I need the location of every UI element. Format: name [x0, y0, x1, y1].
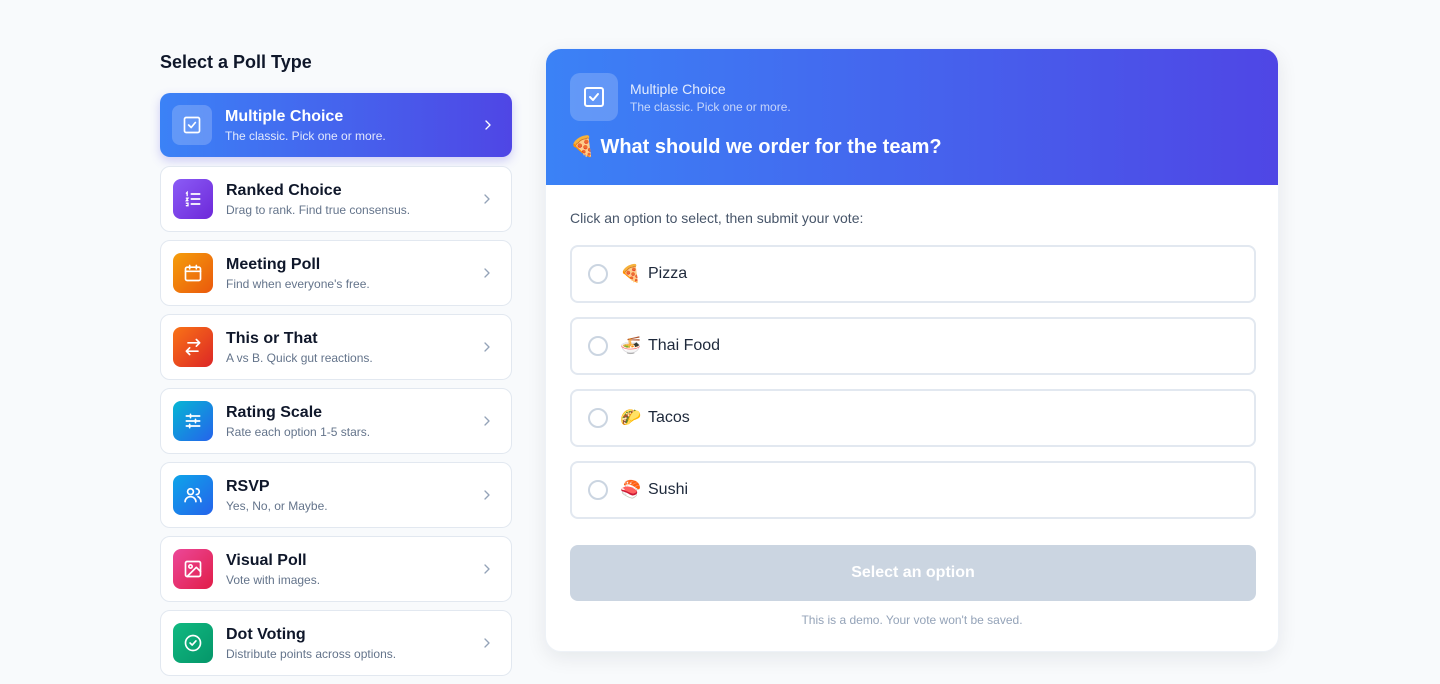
poll-option[interactable]: 🌮 Tacos — [570, 389, 1256, 447]
poll-type-desc: The classic. Pick one or more. — [225, 128, 386, 143]
users-icon — [173, 475, 213, 515]
chevron-right-icon — [484, 342, 490, 352]
chevron-right-icon — [484, 490, 490, 500]
chevron-right-icon — [484, 564, 490, 574]
poll-type-panel: Select a Poll Type Multiple Choice The c… — [160, 48, 512, 684]
calendar-icon — [173, 253, 213, 293]
poll-type-desc: A vs B. Quick gut reactions. — [226, 350, 373, 365]
chevron-right-icon — [484, 194, 490, 204]
section-title: Select a Poll Type — [160, 52, 312, 72]
poll-type-this-or-that[interactable]: This or That A vs B. Quick gut reactions… — [160, 314, 512, 380]
poll-type-desc: Drag to rank. Find true consensus. — [226, 202, 411, 217]
poll-type-multiple-choice[interactable]: Multiple Choice The classic. Pick one or… — [160, 93, 512, 157]
demo-note: This is a demo. Your vote won't be saved… — [801, 613, 1023, 627]
option-label: Tacos — [648, 409, 690, 426]
option-label: Sushi — [648, 481, 689, 498]
poll-type-rsvp[interactable]: RSVP Yes, No, or Maybe. — [160, 462, 512, 528]
poll-type-label: Multiple Choice — [630, 81, 726, 97]
chevron-right-icon — [484, 416, 490, 426]
radio-button[interactable] — [588, 480, 608, 500]
chevron-right-icon — [484, 638, 490, 648]
poll-type-name: Rating Scale — [226, 403, 323, 421]
poll-option[interactable]: 🍕 Pizza — [570, 245, 1256, 303]
checkbox-icon — [570, 73, 618, 121]
taco-icon: 🌮 — [620, 408, 642, 427]
poll-type-rating-scale[interactable]: Rating Scale Rate each option 1-5 stars. — [160, 388, 512, 454]
pizza-icon: 🍕 — [620, 264, 642, 283]
chevron-right-icon — [485, 120, 491, 130]
poll-type-list: Multiple Choice The classic. Pick one or… — [160, 93, 512, 676]
check-circle-icon — [173, 623, 213, 663]
poll-type-name: Ranked Choice — [226, 181, 342, 199]
poll-header: Multiple Choice The classic. Pick one or… — [546, 49, 1278, 185]
sliders-icon — [173, 401, 213, 441]
chevron-right-icon — [484, 268, 490, 278]
poll-option[interactable]: 🍜 Thai Food — [570, 317, 1256, 375]
option-label: Thai Food — [648, 337, 721, 354]
poll-type-subtitle: The classic. Pick one or more. — [630, 100, 791, 114]
radio-button[interactable] — [588, 264, 608, 284]
poll-question: 🍕 What should we order for the team? — [570, 136, 942, 158]
radio-button[interactable] — [588, 336, 608, 356]
list-ordered-icon — [173, 179, 213, 219]
poll-option[interactable]: 🍣 Sushi — [570, 461, 1256, 519]
poll-type-desc: Find when everyone's free. — [226, 276, 370, 291]
poll-type-meeting-poll[interactable]: Meeting Poll Find when everyone's free. — [160, 240, 512, 306]
poll-instruction: Click an option to select, then submit y… — [570, 210, 864, 226]
poll-type-ranked-choice[interactable]: Ranked Choice Drag to rank. Find true co… — [160, 166, 512, 232]
poll-type-desc: Rate each option 1-5 stars. — [226, 424, 371, 439]
radio-button[interactable] — [588, 408, 608, 428]
submit-vote-button[interactable]: Select an option — [570, 545, 1256, 601]
poll-type-visual-poll[interactable]: Visual Poll Vote with images. — [160, 536, 512, 602]
image-icon — [173, 549, 213, 589]
sushi-icon: 🍣 — [620, 480, 642, 499]
poll-type-name: Dot Voting — [226, 625, 306, 643]
poll-type-name: RSVP — [226, 477, 270, 495]
poll-type-name: Multiple Choice — [225, 107, 344, 125]
poll-type-desc: Vote with images. — [226, 572, 321, 587]
swap-arrows-icon — [173, 327, 213, 367]
poll-type-dot-voting[interactable]: Dot Voting Distribute points across opti… — [160, 610, 512, 676]
poll-type-name: Visual Poll — [226, 551, 307, 569]
option-label: Pizza — [648, 265, 688, 282]
poll-preview-card: Multiple Choice The classic. Pick one or… — [545, 48, 1279, 652]
checkbox-icon — [172, 105, 212, 145]
poll-type-desc: Yes, No, or Maybe. — [226, 498, 328, 513]
noodles-icon: 🍜 — [620, 336, 642, 355]
poll-type-desc: Distribute points across options. — [226, 646, 397, 661]
poll-type-name: Meeting Poll — [226, 255, 321, 273]
poll-type-name: This or That — [226, 329, 318, 347]
